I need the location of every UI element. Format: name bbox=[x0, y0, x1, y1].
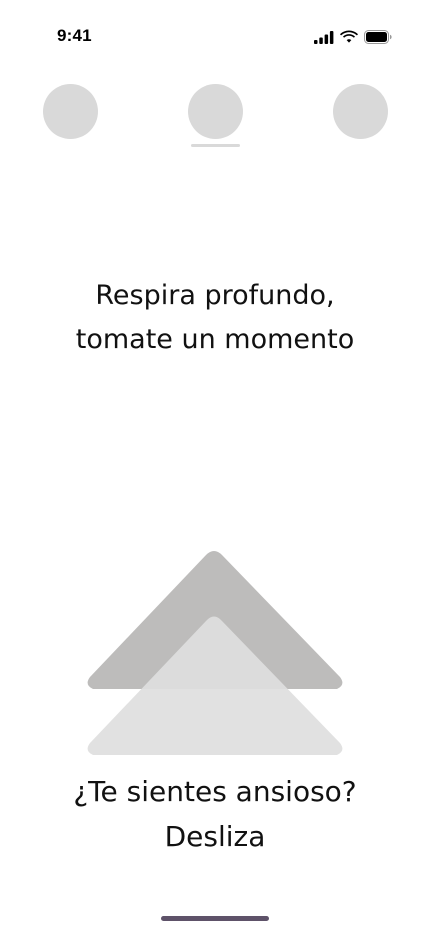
breathing-prompt: Respira profundo, tomate un momento bbox=[0, 274, 430, 362]
status-icons bbox=[314, 28, 392, 46]
cta-swipe-label: Desliza bbox=[164, 820, 266, 853]
battery-icon bbox=[364, 30, 392, 44]
status-bar: 9:41 bbox=[0, 0, 430, 74]
prompt-line-1: Respira profundo, bbox=[95, 280, 335, 311]
wifi-icon bbox=[340, 30, 358, 44]
carousel-option-center[interactable] bbox=[188, 84, 243, 139]
status-time: 9:41 bbox=[57, 26, 92, 45]
cta-question: ¿Te sientes ansioso? bbox=[73, 775, 357, 808]
home-indicator[interactable] bbox=[161, 916, 269, 921]
cellular-signal-icon bbox=[314, 30, 334, 44]
carousel-option-left[interactable] bbox=[43, 84, 98, 139]
selected-option-indicator bbox=[191, 144, 240, 147]
swipe-up-chevron-icon[interactable] bbox=[82, 546, 348, 760]
carousel-option-right[interactable] bbox=[333, 84, 388, 139]
swipe-call-to-action: ¿Te sientes ansioso? Desliza bbox=[0, 769, 430, 859]
prompt-line-2: tomate un momento bbox=[75, 324, 355, 355]
